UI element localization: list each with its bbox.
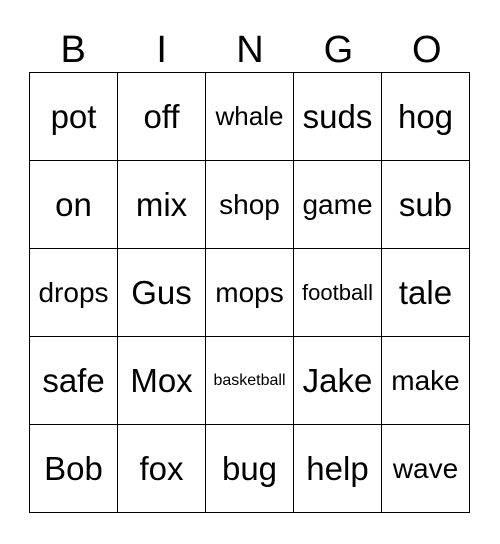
- header-letter-i: I: [156, 29, 167, 71]
- bingo-cell[interactable]: make: [381, 336, 470, 425]
- bingo-cell[interactable]: wave: [381, 424, 470, 513]
- bingo-cell[interactable]: Jake: [293, 336, 382, 425]
- header-letter-n: N: [236, 29, 264, 71]
- grid-row: on mix shop game sub: [29, 160, 470, 249]
- bingo-cell[interactable]: pot: [29, 72, 118, 161]
- grid-row: drops Gus mops football tale: [29, 248, 470, 337]
- bingo-cell[interactable]: off: [117, 72, 206, 161]
- bingo-cell[interactable]: shop: [205, 160, 294, 249]
- bingo-cell[interactable]: football: [293, 248, 382, 337]
- bingo-cell[interactable]: hog: [381, 72, 470, 161]
- grid-row: Bob fox bug help wave: [29, 424, 470, 513]
- bingo-cell[interactable]: bug: [205, 424, 294, 513]
- bingo-grid: pot off whale suds hog on mix shop game …: [29, 72, 470, 513]
- bingo-cell[interactable]: help: [293, 424, 382, 513]
- bingo-cell[interactable]: Bob: [29, 424, 118, 513]
- bingo-cell[interactable]: sub: [381, 160, 470, 249]
- grid-row: pot off whale suds hog: [29, 72, 470, 161]
- bingo-cell[interactable]: fox: [117, 424, 206, 513]
- header-letter-b: B: [60, 29, 86, 71]
- grid-row: safe Mox basketball Jake make: [29, 336, 470, 425]
- bingo-header: B I N G O: [29, 28, 471, 72]
- bingo-cell[interactable]: drops: [29, 248, 118, 337]
- bingo-cell[interactable]: mix: [117, 160, 206, 249]
- bingo-cell[interactable]: on: [29, 160, 118, 249]
- bingo-cell[interactable]: basketball: [205, 336, 294, 425]
- bingo-cell[interactable]: safe: [29, 336, 118, 425]
- bingo-cell[interactable]: mops: [205, 248, 294, 337]
- header-letter-g: G: [323, 29, 354, 71]
- header-letter-o: O: [412, 29, 442, 71]
- bingo-cell[interactable]: Mox: [117, 336, 206, 425]
- bingo-cell[interactable]: game: [293, 160, 382, 249]
- bingo-cell[interactable]: whale: [205, 72, 294, 161]
- bingo-cell[interactable]: tale: [381, 248, 470, 337]
- bingo-cell[interactable]: Gus: [117, 248, 206, 337]
- bingo-cell[interactable]: suds: [293, 72, 382, 161]
